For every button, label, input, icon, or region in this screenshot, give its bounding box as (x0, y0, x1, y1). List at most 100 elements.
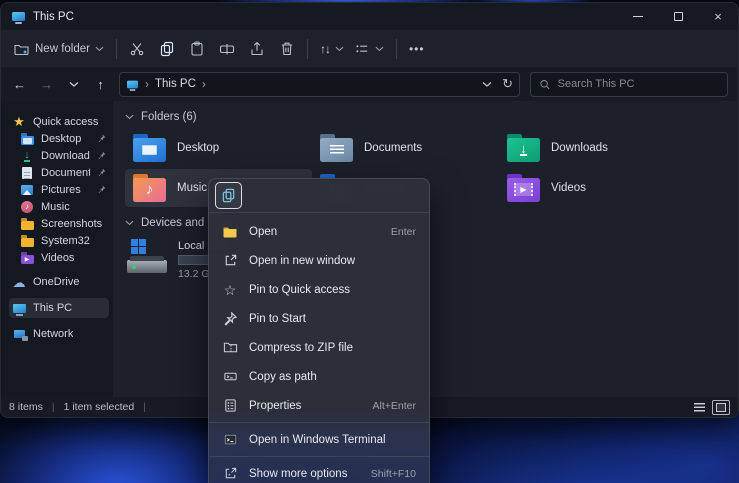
navigation-pane: ★ Quick access Desktop ↓ Downloads Docum… (1, 101, 113, 397)
downloads-folder-icon: ↓ (507, 138, 540, 162)
folder-tile-desktop[interactable]: Desktop (125, 129, 312, 167)
sidebar-item-quick-access[interactable]: ★ Quick access (9, 113, 109, 130)
details-view-button[interactable] (690, 400, 708, 415)
rename-icon (219, 41, 235, 57)
collapse-chevron-icon (125, 114, 134, 120)
new-folder-button[interactable]: New folder (13, 41, 104, 57)
see-more-button[interactable]: ••• (409, 42, 425, 56)
downloads-icon: ↓ (24, 150, 30, 162)
up-button[interactable]: ↑ (88, 72, 113, 96)
share-button[interactable] (249, 41, 265, 57)
menu-item-open-new-window[interactable]: Open in new window (209, 246, 429, 275)
share-icon (249, 41, 265, 57)
folder-icon (21, 221, 34, 230)
sidebar-item-pictures[interactable]: Pictures (9, 181, 109, 198)
search-icon (539, 78, 551, 91)
refresh-button[interactable]: ↻ (502, 76, 513, 92)
forward-button[interactable]: → (34, 72, 59, 96)
menu-separator (209, 456, 429, 457)
collapse-chevron-icon (125, 220, 134, 226)
toolbar-separator (396, 39, 397, 59)
this-pc-icon (127, 80, 138, 88)
rename-button[interactable] (219, 41, 235, 57)
pin-icon (97, 168, 106, 177)
sidebar-item-documents[interactable]: Documents (9, 164, 109, 181)
sidebar-item-network[interactable]: Network (9, 324, 109, 344)
item-count: 8 items (9, 401, 43, 413)
cut-button[interactable] (129, 41, 145, 57)
folder-tile-downloads[interactable]: ↓ Downloads (499, 129, 686, 167)
breadcrumb-this-pc[interactable]: This PC (155, 78, 196, 90)
back-button[interactable]: ← (7, 72, 32, 96)
details-view-icon (694, 403, 705, 412)
folders-section-header[interactable]: Folders (6) (125, 109, 738, 125)
documents-folder-icon (320, 138, 353, 162)
desktop-folder-icon (21, 136, 34, 145)
zip-folder-icon (223, 340, 238, 355)
pin-icon (97, 151, 106, 160)
sort-button[interactable]: ↑↓ (320, 42, 344, 56)
maximize-button[interactable] (658, 3, 698, 30)
onedrive-cloud-icon: ☁ (13, 276, 26, 289)
menu-item-show-more-options[interactable]: Show more options Shift+F10 (209, 459, 429, 483)
sidebar-item-system32[interactable]: System32 (9, 232, 109, 249)
paste-button[interactable] (189, 41, 205, 57)
title-bar[interactable]: This PC × (1, 3, 738, 30)
delete-button[interactable] (279, 41, 295, 57)
copy-as-path-icon (223, 369, 238, 384)
cut-icon (129, 41, 145, 57)
folder-tile-documents[interactable]: Documents (312, 129, 499, 167)
sidebar-item-onedrive[interactable]: ☁ OneDrive (9, 272, 109, 292)
open-new-window-icon (223, 253, 238, 268)
command-toolbar: New folder ↑↓ ••• (1, 30, 738, 67)
new-folder-label: New folder (35, 43, 90, 55)
context-menu: Open Enter Open in new window ☆ Pin to Q… (208, 178, 430, 483)
copy-button[interactable] (159, 41, 175, 57)
this-pc-icon (13, 304, 26, 313)
sidebar-item-downloads[interactable]: ↓ Downloads (9, 147, 109, 164)
window-title: This PC (33, 11, 74, 23)
menu-item-properties[interactable]: Properties Alt+Enter (209, 391, 429, 420)
menu-separator (209, 422, 429, 423)
sidebar-item-screenshots[interactable]: Screenshots (9, 215, 109, 232)
window-controls: × (618, 3, 738, 30)
sidebar-item-videos[interactable]: ▶ Videos (9, 249, 109, 266)
open-folder-icon (222, 224, 238, 240)
chevron-down-icon (375, 46, 384, 52)
delete-icon (279, 41, 295, 57)
address-row: ← → ↑ › This PC › ↻ (1, 67, 738, 101)
star-outline-icon: ☆ (224, 283, 237, 297)
menu-item-open[interactable]: Open Enter (209, 217, 429, 246)
chevron-down-icon (69, 81, 79, 88)
context-menu-command-bar (209, 179, 429, 213)
folder-tile-videos[interactable]: ▶ Videos (499, 169, 686, 207)
sidebar-item-music[interactable]: ♪ Music (9, 198, 109, 215)
copy-icon (159, 41, 175, 57)
context-copy-button[interactable] (215, 182, 242, 209)
menu-item-open-windows-terminal[interactable]: Open in Windows Terminal (209, 425, 429, 454)
search-box[interactable] (530, 72, 728, 97)
large-icons-view-button[interactable] (712, 400, 730, 415)
menu-item-compress-zip[interactable]: Compress to ZIP file (209, 333, 429, 362)
close-button[interactable]: × (698, 3, 738, 30)
sidebar-item-desktop[interactable]: Desktop (9, 130, 109, 147)
minimize-button[interactable] (618, 3, 658, 30)
show-more-options-icon (223, 466, 238, 481)
address-dropdown-icon[interactable] (482, 81, 492, 88)
view-button[interactable] (354, 41, 384, 57)
breadcrumb-separator: › (202, 77, 206, 91)
menu-item-pin-to-start[interactable]: Pin to Start (209, 304, 429, 333)
menu-item-pin-quick-access[interactable]: ☆ Pin to Quick access (209, 275, 429, 304)
toolbar-separator (116, 39, 117, 59)
videos-icon: ▶ (21, 255, 34, 264)
sidebar-item-this-pc[interactable]: This PC (9, 298, 109, 318)
local-disk-icon (127, 239, 169, 277)
desktop-folder-icon (133, 138, 166, 162)
search-input[interactable] (558, 78, 719, 90)
music-icon: ♪ (21, 201, 33, 213)
menu-item-copy-as-path[interactable]: Copy as path (209, 362, 429, 391)
minimize-icon (633, 16, 643, 17)
recent-locations-button[interactable] (61, 72, 86, 96)
address-bar[interactable]: › This PC › ↻ (119, 72, 520, 97)
this-pc-icon (12, 12, 25, 21)
